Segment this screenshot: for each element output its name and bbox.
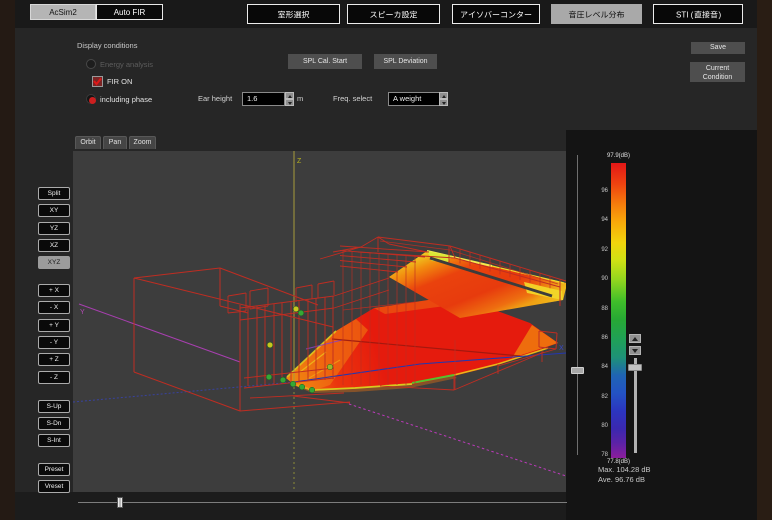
svg-text:STI (: STI ( — [676, 11, 694, 20]
svg-text:Y: Y — [80, 309, 85, 316]
svg-text:Z: Z — [297, 158, 302, 165]
svg-text:): ) — [719, 11, 722, 20]
svg-text:X: X — [559, 345, 564, 352]
